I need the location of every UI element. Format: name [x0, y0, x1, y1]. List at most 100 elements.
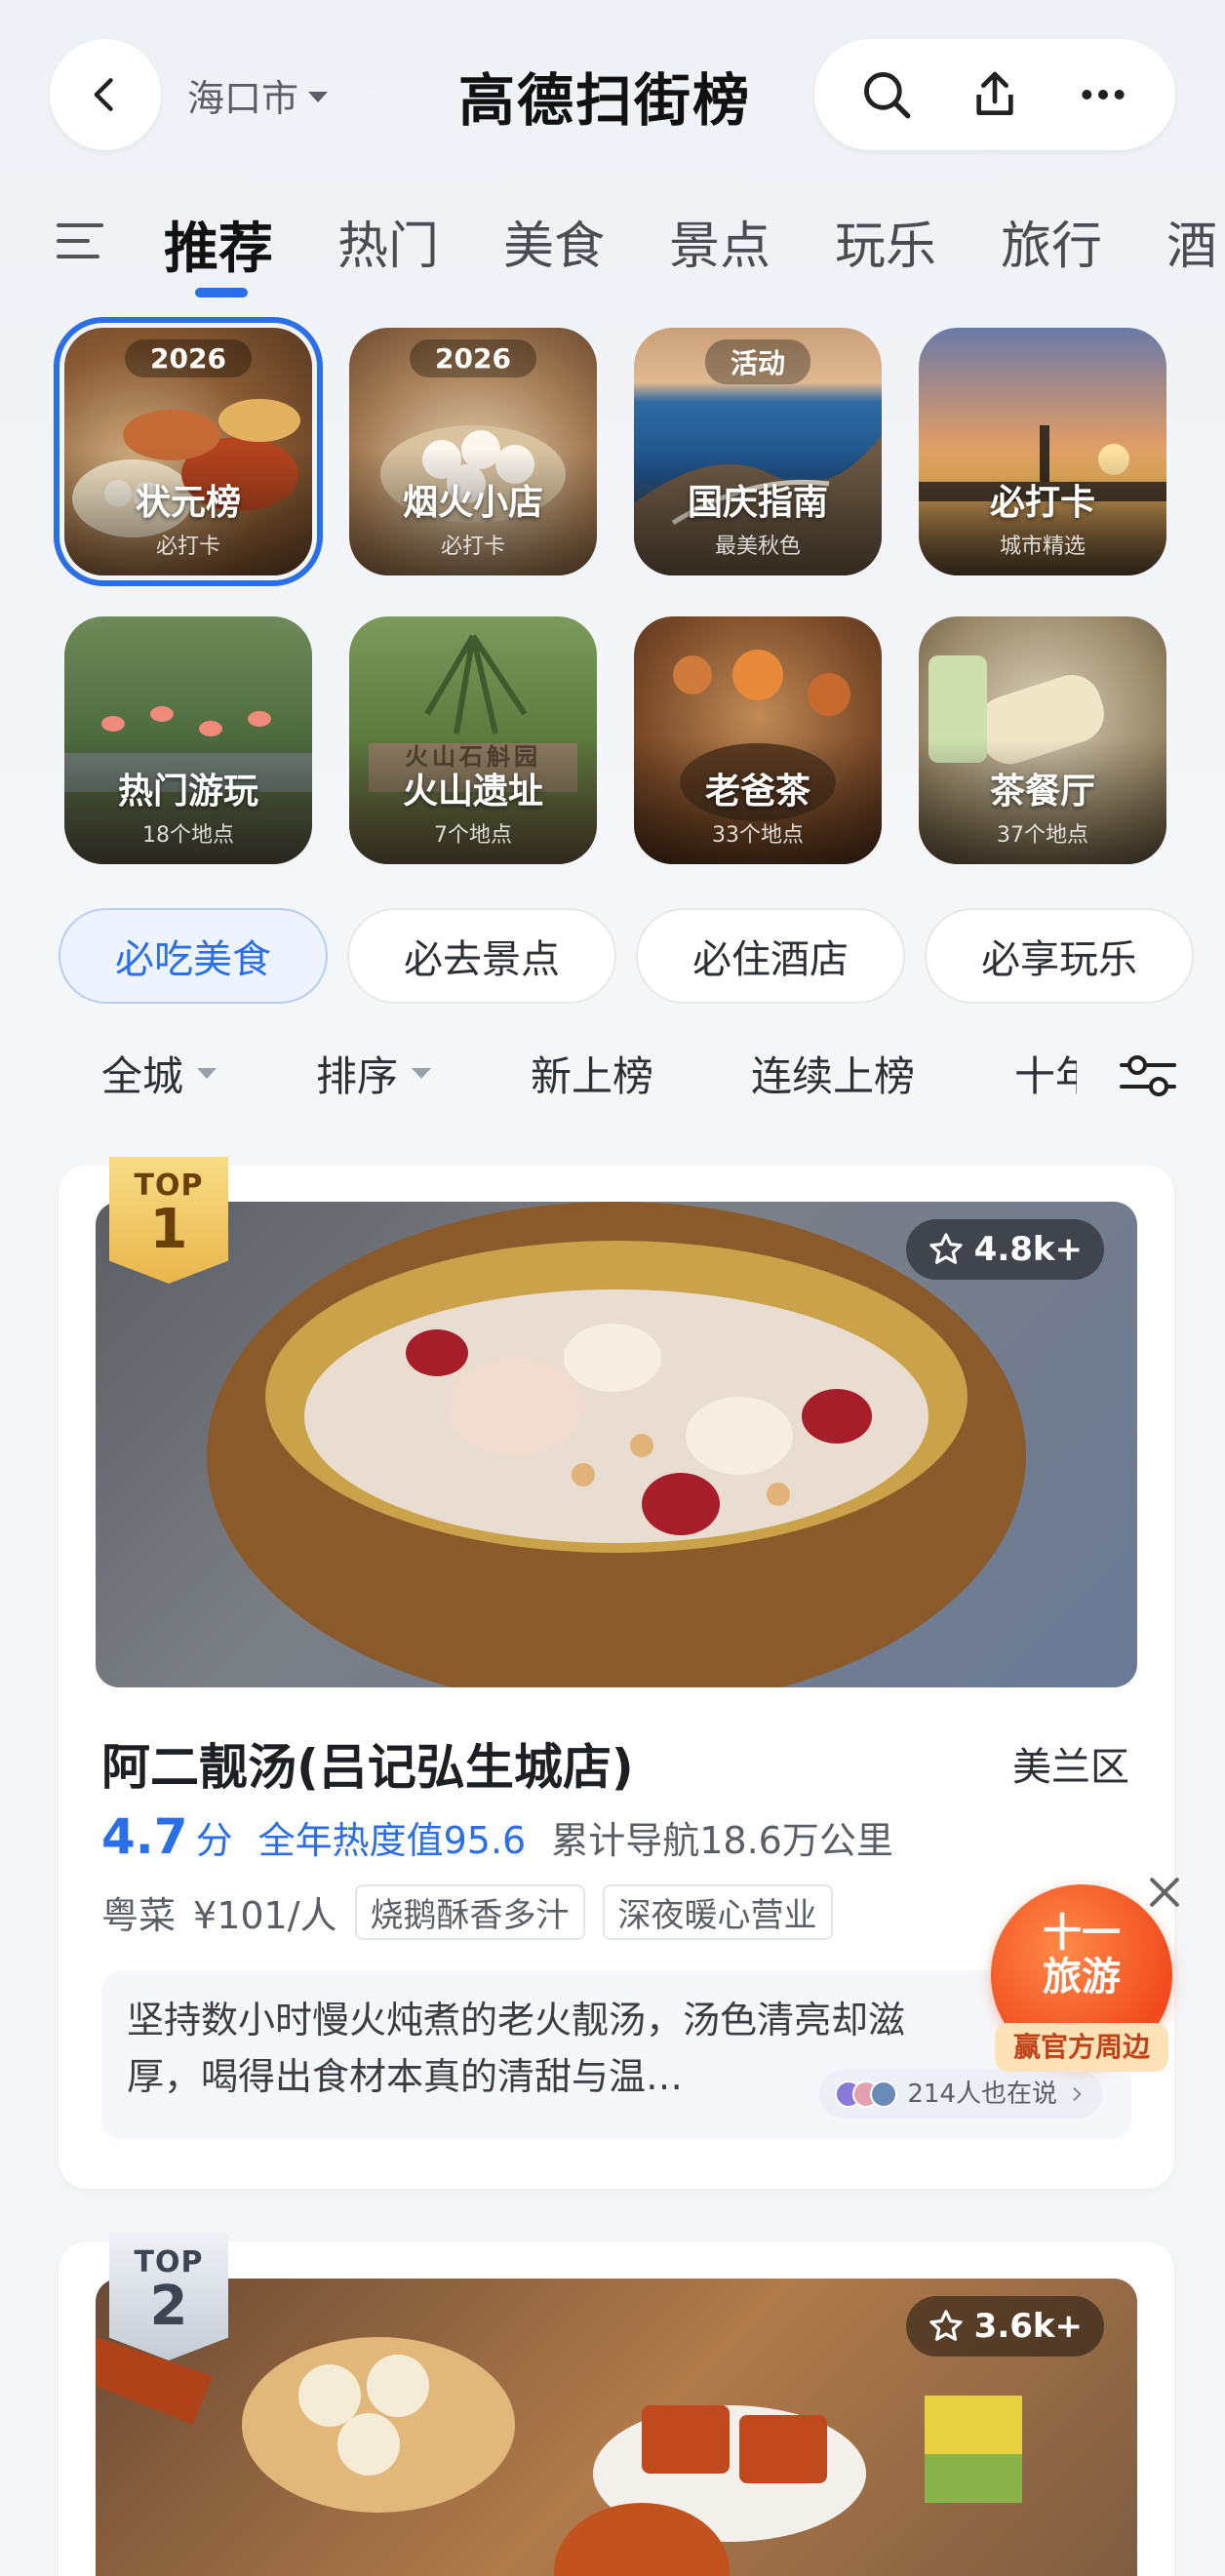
chevron-left-icon [94, 78, 113, 111]
tile-title: 必打卡 [989, 483, 1095, 523]
chevron-right-icon [1073, 2087, 1082, 2101]
active-tab-indicator [195, 288, 248, 297]
share-button[interactable] [956, 56, 1034, 134]
tile-title: 国庆指南 [687, 483, 828, 523]
search-button[interactable] [848, 56, 926, 134]
tile-old-dad-tea[interactable]: 老爸茶 33个地点 [634, 616, 882, 864]
filter-new[interactable]: 新上榜 [531, 1044, 653, 1103]
city-label: 海口市 [187, 77, 299, 120]
pill-must-stay[interactable]: 必住酒店 [636, 908, 905, 1004]
heat-value: 全年热度值95.6 [257, 1819, 527, 1862]
tile-subtitle: 必打卡 [440, 535, 505, 559]
feature-tag: 烧鹅酥香多汁 [354, 1884, 585, 1940]
shop-name[interactable]: 阿二靓汤(吕记弘生城店) [101, 1728, 634, 1799]
caret-down-icon [412, 1068, 432, 1079]
tile-event-badge: 活动 [704, 339, 811, 384]
filter-ten-year[interactable]: 十年 [1014, 1044, 1077, 1103]
favorite-count[interactable]: 4.8k+ [905, 1219, 1104, 1280]
rank-number: 2 [149, 2275, 188, 2338]
tile-year-badge: 2026 [125, 339, 252, 377]
favorite-count-text: 3.6k+ [973, 2307, 1083, 2346]
navigation-distance: 累计导航18.6万公里 [551, 1819, 893, 1862]
tile-national-day-guide[interactable]: 活动 国庆指南 最美秋色 [634, 328, 882, 575]
card-photo: 3.6k+ [96, 2279, 1137, 2576]
tile-subtitle: 最美秋色 [714, 535, 801, 559]
action-group [814, 39, 1175, 150]
tab-travel[interactable]: 旅行 [1001, 205, 1102, 278]
tile-subtitle: 18个地点 [142, 823, 234, 848]
tile-popular-play[interactable]: 热门游玩 18个地点 [64, 616, 312, 864]
rating-row: 4.7 分 全年热度值95.6 累计导航18.6万公里 [101, 1808, 893, 1865]
promo-cta: 赢官方周边 [995, 2023, 1168, 2072]
filter-settings-icon[interactable] [1120, 1053, 1176, 1098]
more-dots-icon [1082, 90, 1125, 99]
info-row: 粤菜 ¥101/人 烧鹅酥香多汁 深夜暖心营业 [101, 1884, 833, 1940]
star-outline-icon [929, 2310, 963, 2341]
review-line: 坚持数小时慢火炖煮的老火靓汤，汤色清亮却滋 [127, 1999, 906, 2041]
filter-label: 全城 [101, 1052, 184, 1100]
tile-champion-list[interactable]: 2026 状元榜 必打卡 [54, 317, 323, 586]
tile-tea-restaurant[interactable]: 茶餐厅 37个地点 [919, 616, 1166, 864]
tab-sights[interactable]: 景点 [669, 205, 771, 278]
rank-badge: TOP 1 [109, 1157, 228, 1284]
pill-must-eat[interactable]: 必吃美食 [59, 908, 328, 1004]
share-icon [976, 71, 1013, 115]
avatar-group [835, 2081, 898, 2108]
rank-badge-top: TOP [134, 2245, 204, 2279]
rank-number: 1 [149, 1198, 188, 1261]
tile-title: 老爸茶 [704, 772, 810, 812]
filter-all-city[interactable]: 全城 [101, 1044, 217, 1103]
category-tabs: 推荐 热门 美食 景点 玩乐 旅行 酒 [0, 190, 1225, 307]
tile-year-badge: 2026 [410, 339, 536, 377]
discussion-count: 214人也在说 [907, 2080, 1057, 2109]
rating-score: 4.7 分 [101, 1808, 233, 1865]
card-photo: 4.8k+ [96, 1202, 1137, 1687]
tab-food[interactable]: 美食 [503, 205, 605, 278]
avatar [870, 2081, 898, 2108]
back-button[interactable] [50, 39, 161, 150]
menu-icon[interactable] [57, 219, 105, 262]
tile-volcano-site[interactable]: 火山石斛园 火山遗址 7个地点 [349, 616, 597, 864]
tile-title: 烟火小店 [402, 483, 543, 523]
tile-subtitle: 33个地点 [712, 823, 804, 848]
close-icon[interactable] [1143, 1871, 1186, 1914]
tile-subtitle: 37个地点 [997, 823, 1088, 848]
city-selector[interactable]: 海口市 [187, 68, 329, 122]
tile-title: 热门游玩 [117, 772, 258, 812]
tile-title: 茶餐厅 [989, 772, 1095, 812]
pill-must-go[interactable]: 必去景点 [347, 908, 616, 1004]
filter-continuous[interactable]: 连续上榜 [751, 1044, 915, 1103]
filter-order[interactable]: 排序 [316, 1044, 432, 1103]
rating-unit: 分 [195, 1819, 233, 1862]
tile-fireworks-shop[interactable]: 2026 烟火小店 必打卡 [349, 328, 597, 575]
discussion-link[interactable]: 214人也在说 [819, 2070, 1102, 2119]
more-button[interactable] [1064, 56, 1142, 134]
price-label: ¥101/人 [193, 1894, 337, 1937]
app-screen: 海口市 高德扫街榜 推荐 热门 美食 景点 玩乐 旅行 酒 2026 状元榜 必… [0, 0, 1225, 2576]
pill-must-play[interactable]: 必享玩乐 [925, 908, 1194, 1004]
review-snippet[interactable]: 坚持数小时慢火炖煮的老火靓汤，汤色清亮却滋 厚，喝得出食材本真的清甜与温… 21… [101, 1970, 1131, 2140]
tile-title: 状元榜 [135, 483, 241, 523]
rank-badge: TOP 2 [109, 2234, 228, 2360]
caret-down-icon [308, 92, 329, 102]
cuisine-label: 粤菜 [101, 1894, 177, 1937]
favorite-count-text: 4.8k+ [973, 1230, 1083, 1269]
favorite-count[interactable]: 3.6k+ [905, 2296, 1104, 2357]
promo-line: 旅游 [1043, 1955, 1121, 2000]
tile-subtitle: 城市精选 [999, 535, 1086, 559]
tab-hot[interactable]: 热门 [337, 205, 439, 278]
tile-must-visit[interactable]: 必打卡 城市精选 [919, 328, 1166, 575]
filter-label: 排序 [316, 1052, 399, 1100]
ranking-card[interactable]: 3.6k+ TOP 2 [59, 2234, 1174, 2576]
top-bar: 海口市 高德扫街榜 [0, 0, 1225, 166]
tile-title: 火山遗址 [402, 772, 543, 812]
tile-subtitle: 必打卡 [155, 535, 220, 559]
rating-value: 4.7 [101, 1808, 188, 1865]
tab-fun[interactable]: 玩乐 [835, 205, 936, 278]
caret-down-icon [197, 1068, 217, 1079]
tab-recommend[interactable]: 推荐 [164, 205, 273, 284]
rank-badge-top: TOP [134, 1169, 204, 1203]
feature-tag: 深夜暖心营业 [602, 1884, 833, 1940]
brand-title: 高德扫街榜 [458, 67, 752, 134]
tab-hotel[interactable]: 酒 [1166, 205, 1217, 278]
